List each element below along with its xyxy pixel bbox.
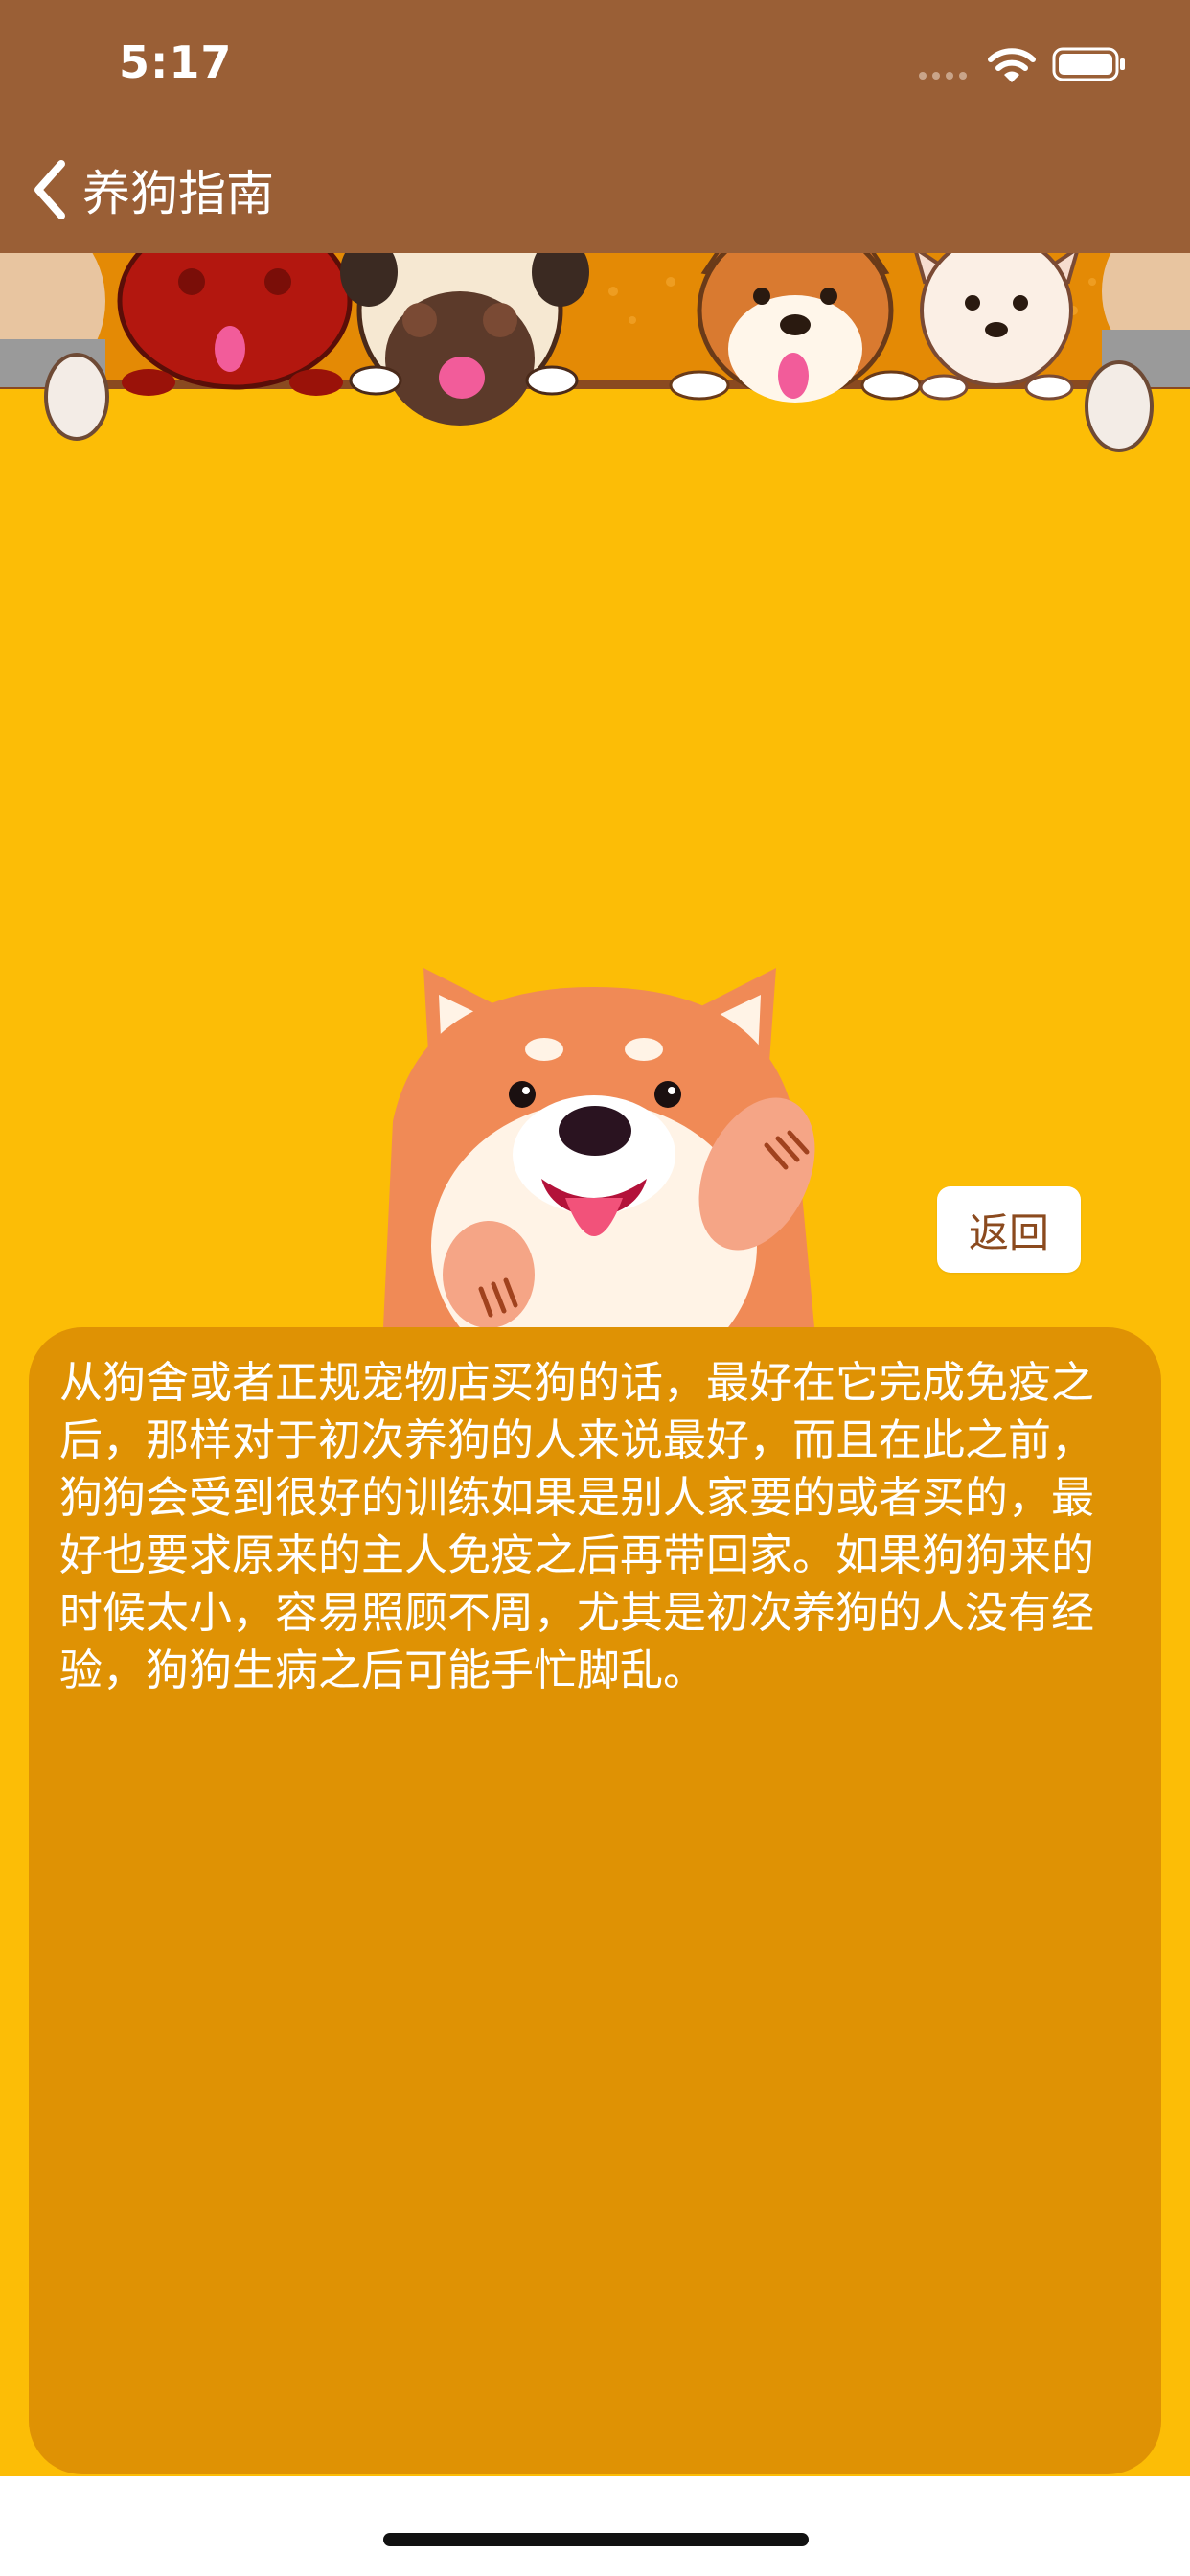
corgi-dog-figure: [669, 253, 922, 402]
red-dog-figure: [117, 253, 353, 396]
dogs-banner-illustration: [0, 253, 1190, 452]
battery-icon: [1052, 47, 1125, 81]
cellular-signal-icon: [919, 72, 967, 80]
guide-content-text: 从狗舍或者正规宠物店买狗的话，最好在它完成免疫之后，那样对于初次养狗的人来说最好…: [59, 1357, 1095, 1695]
return-button[interactable]: 返回: [937, 1186, 1081, 1273]
page-title: 养狗指南: [82, 166, 274, 221]
chihuahua-dog-figure: [914, 253, 1079, 401]
wifi-icon: [988, 48, 1036, 82]
chevron-left-icon: [34, 160, 65, 219]
shiba-dog-illustration: [383, 968, 815, 1327]
navigation-header: 5:17 养狗指南: [0, 0, 1190, 253]
home-indicator[interactable]: [383, 2533, 809, 2546]
left-dog-figure: [0, 253, 109, 441]
back-navigation-button[interactable]: 养狗指南: [29, 153, 274, 226]
app-screen: 5:17 养狗指南 返回 从狗舍或者正规宠物店买狗的话，最好在它完成免疫之后，那…: [0, 0, 1190, 2576]
content-panel: 从狗舍或者正规宠物店买狗的话，最好在它完成免疫之后，那样对于初次养狗的人来说最好…: [29, 1327, 1161, 2474]
status-time: 5:17: [119, 36, 233, 88]
pug-dog-figure: [340, 253, 589, 426]
